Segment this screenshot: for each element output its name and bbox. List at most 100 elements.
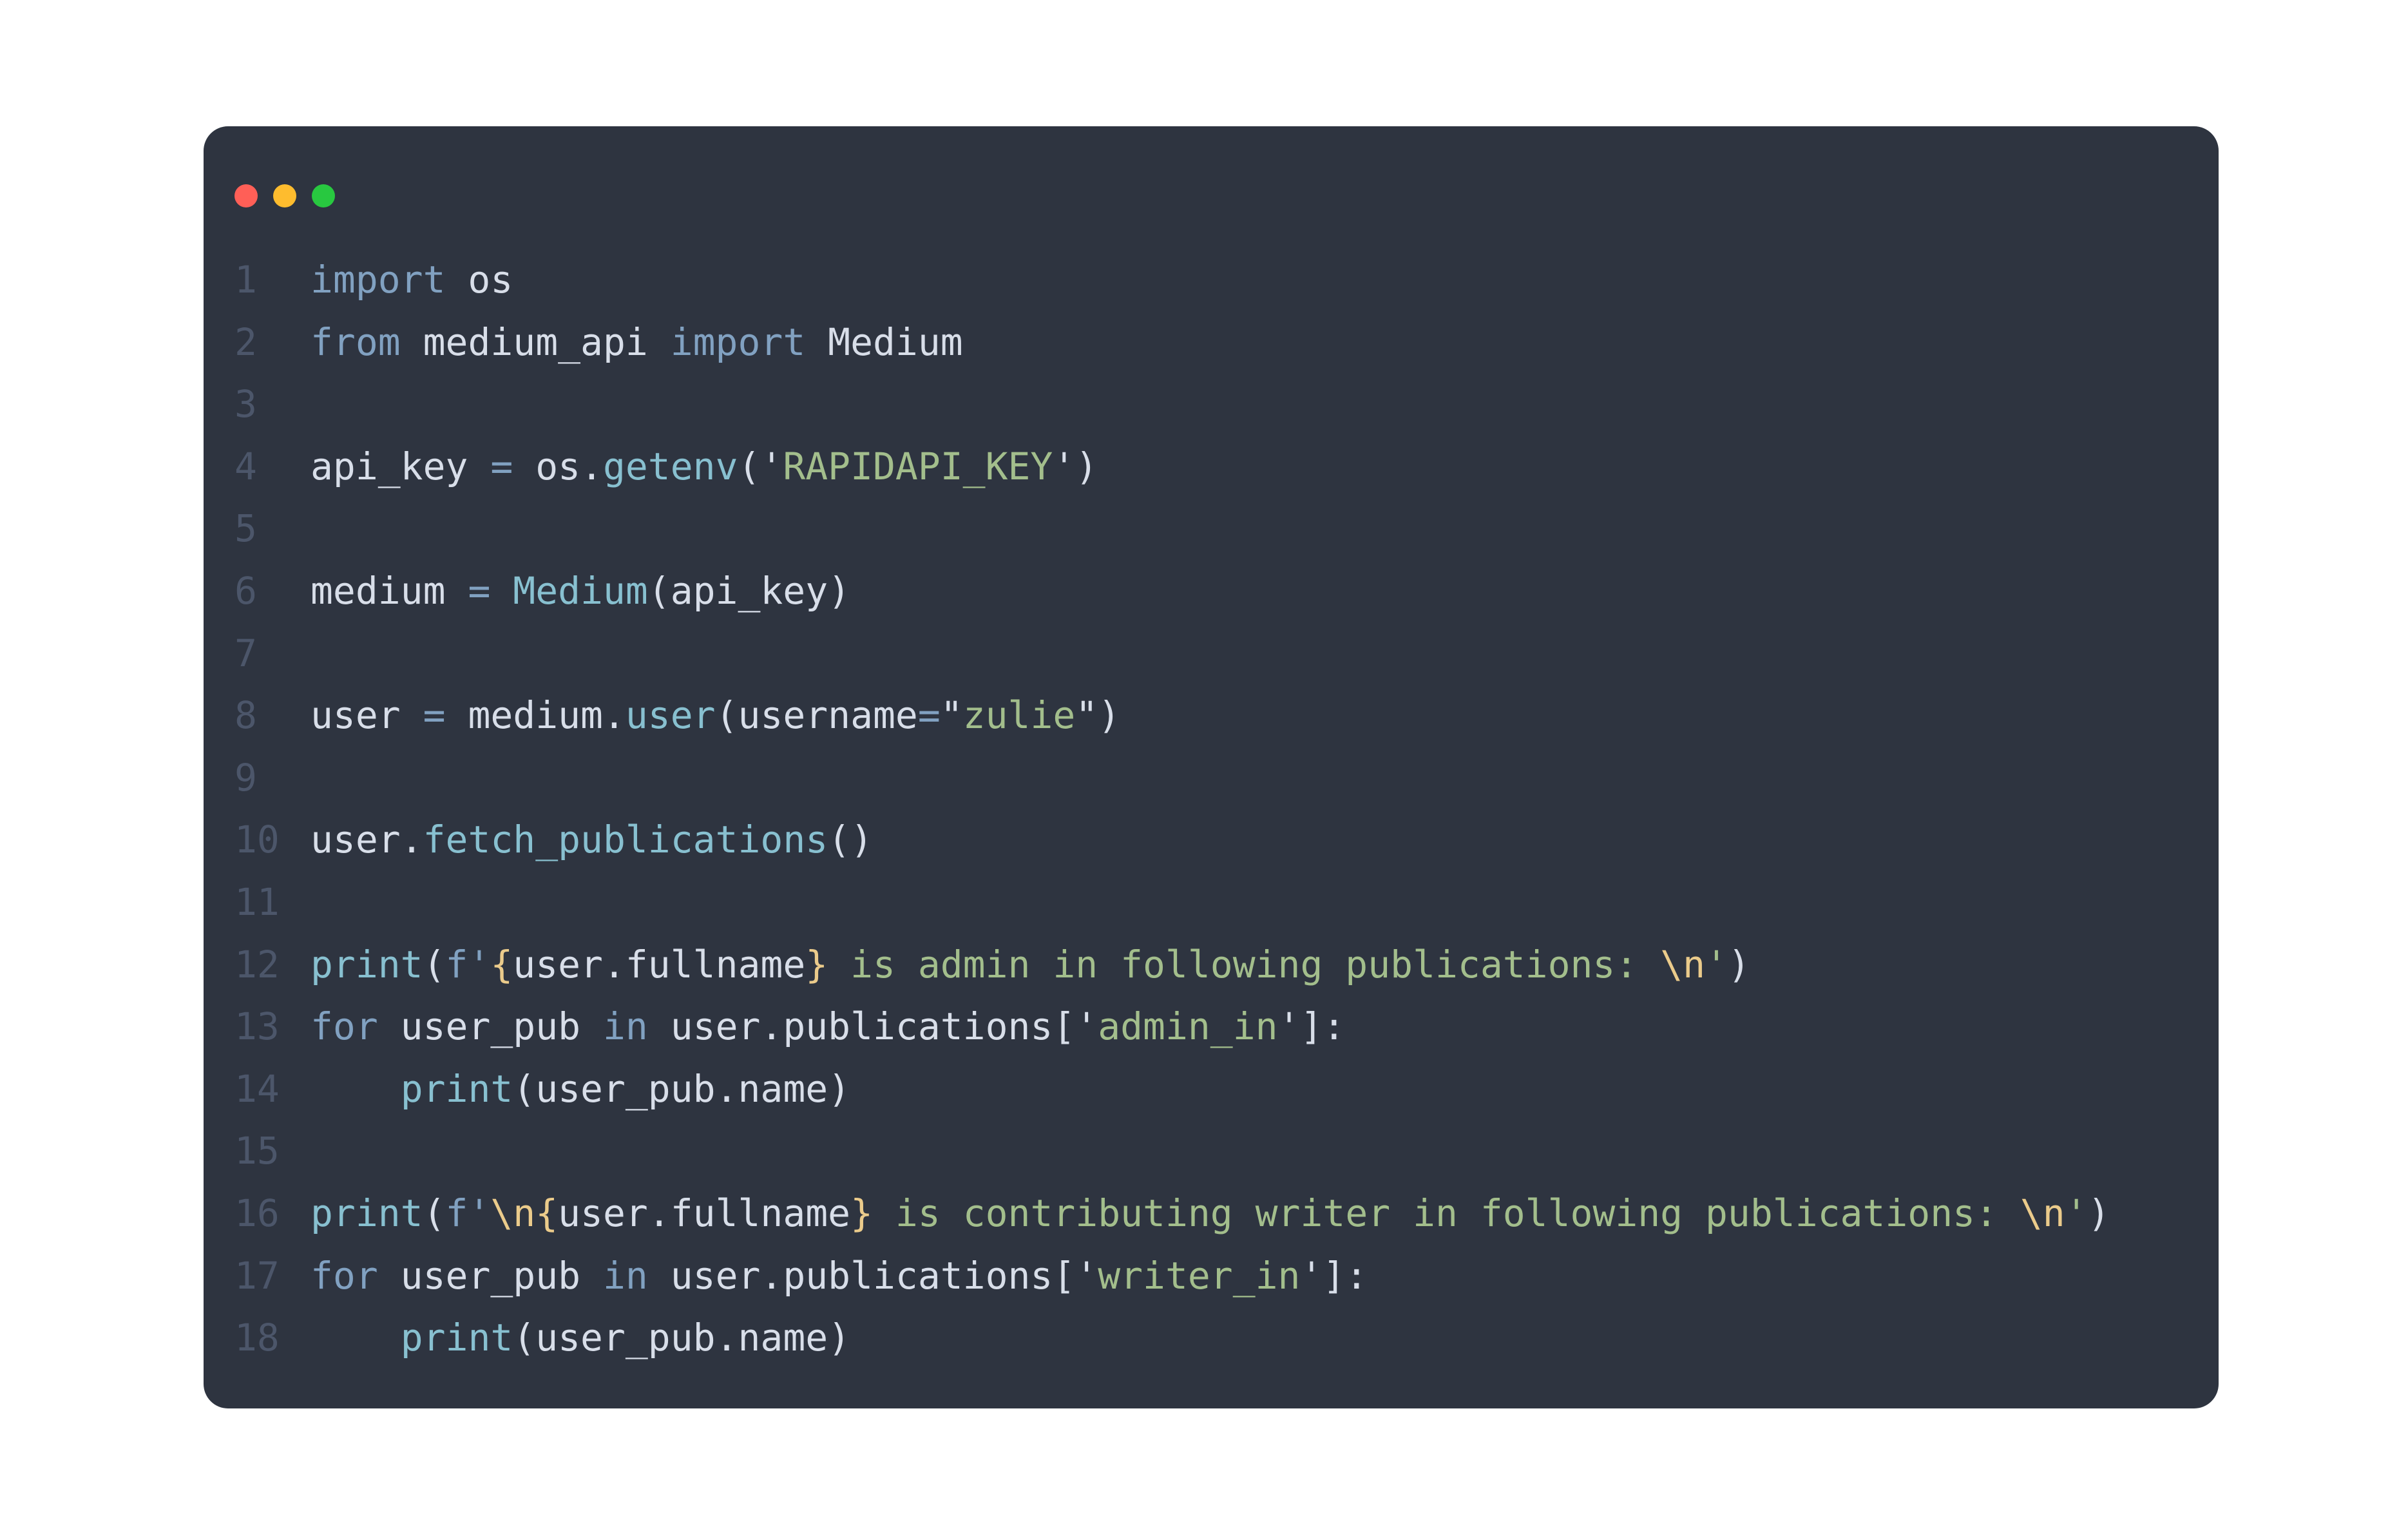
line-number: 5 [234, 506, 257, 551]
code-line: 14 print(user_pub.name) [204, 1058, 2219, 1120]
code-token: = [917, 693, 941, 738]
code-token: { [490, 942, 513, 986]
maximize-dot-icon[interactable] [312, 184, 335, 207]
window-controls [234, 184, 335, 207]
code-token: = [423, 693, 446, 738]
line-number: 17 [234, 1253, 280, 1298]
code-line: 2 from medium_api import Medium [204, 311, 2219, 374]
code-token: user_pub [377, 1004, 603, 1049]
code-line: 7 [204, 622, 2219, 685]
code-token: print [311, 942, 423, 986]
code-token: ( [423, 942, 446, 986]
code-line-content: print(user_pub.name) [311, 1307, 2219, 1369]
code-line-content: for user_pub in user.publications['admin… [311, 995, 2219, 1058]
code-token: (api_key) [647, 568, 851, 613]
line-number: 14 [234, 1066, 280, 1111]
code-line-content: for user_pub in user.publications['write… [311, 1245, 2219, 1307]
code-line: 9 [204, 747, 2219, 809]
code-token: medium. [445, 693, 626, 738]
line-number: 2 [234, 320, 257, 364]
code-token: ") [1075, 693, 1121, 738]
line-number: 10 [234, 818, 280, 862]
line-number: 12 [234, 942, 280, 986]
line-number: 18 [234, 1316, 280, 1360]
line-number: 3 [234, 382, 257, 427]
code-token: \n [2020, 1191, 2065, 1235]
code-window: 1 import os 2 from medium_api import Medium… [204, 126, 2219, 1408]
code-line: 4 api_key = os.getenv('RAPIDAPI_KEY') [204, 436, 2219, 498]
code-token: ' [1705, 942, 1728, 986]
code-token: ']: [1277, 1004, 1346, 1049]
code-line: 12 print(f'{user.fullname} is admin in fo… [204, 934, 2219, 996]
line-number: 4 [234, 444, 257, 488]
code-token: import [670, 320, 806, 364]
code-token: api_key [311, 444, 491, 488]
code-token: print [400, 1316, 513, 1360]
code-token: { [535, 1191, 559, 1235]
code-line-content: import os [311, 249, 2219, 311]
code-token: writer_in [1098, 1253, 1301, 1298]
minimize-dot-icon[interactable] [273, 184, 296, 207]
code-token: \n [1660, 942, 1706, 986]
code-line: 8 user = medium.user(username="zulie") [204, 684, 2219, 747]
code-token: print [400, 1066, 513, 1111]
code-line: 16 print(f'\n{user.fullname} is contribut… [204, 1182, 2219, 1245]
code-token: (user_pub.name) [513, 1316, 851, 1360]
line-number: 9 [234, 755, 257, 800]
code-token: ) [2087, 1191, 2110, 1235]
code-token: is contributing writer in following publ… [873, 1191, 2020, 1235]
code-token: os [445, 258, 513, 302]
line-number: 6 [234, 568, 257, 613]
code-line-content: user = medium.user(username="zulie") [311, 684, 2219, 747]
code-line: 13 for user_pub in user.publications['adm… [204, 995, 2219, 1058]
code-block: 1 import os 2 from medium_api import Medium… [204, 249, 2219, 1369]
code-line: 1 import os [204, 249, 2219, 311]
code-line: 18 print(user_pub.name) [204, 1307, 2219, 1369]
code-token: is admin in following publications: [828, 942, 1661, 986]
code-line-content: api_key = os.getenv('RAPIDAPI_KEY') [311, 436, 2219, 498]
code-token: RAPIDAPI_KEY [783, 444, 1053, 488]
code-token: ' [2065, 1191, 2088, 1235]
code-token: (' [738, 444, 783, 488]
close-dot-icon[interactable] [234, 184, 258, 207]
code-line-content: user.fetch_publications() [311, 809, 2219, 871]
code-token: admin_in [1098, 1004, 1278, 1049]
code-token: os. [513, 444, 603, 488]
code-line-content: medium = Medium(api_key) [311, 560, 2219, 622]
line-number: 11 [234, 879, 280, 924]
code-token: \n [490, 1191, 536, 1235]
code-line-content: print(f'\n{user.fullname} is contributin… [311, 1182, 2219, 1245]
code-line: 17 for user_pub in user.publications['wri… [204, 1245, 2219, 1307]
code-token: user.publications[' [647, 1004, 1098, 1049]
code-token: medium_api [400, 320, 671, 364]
code-token: f' [445, 942, 491, 986]
code-line-content: from medium_api import Medium [311, 311, 2219, 374]
code-line: 6 medium = Medium(api_key) [204, 560, 2219, 622]
code-line-content: print(f'{user.fullname} is admin in foll… [311, 934, 2219, 996]
code-token: from [311, 320, 401, 364]
code-token: medium [311, 568, 468, 613]
code-token: user.fullname [558, 1191, 851, 1235]
code-token: user.publications[' [647, 1253, 1098, 1298]
code-token: fetch_publications [423, 818, 828, 862]
code-token: (user_pub.name) [513, 1066, 851, 1111]
code-token: = [490, 444, 513, 488]
code-token: in [602, 1253, 648, 1298]
code-token: user [311, 693, 423, 738]
line-number: 15 [234, 1129, 280, 1173]
code-token: () [828, 818, 873, 862]
code-token: import [311, 258, 446, 302]
code-token: } [805, 942, 828, 986]
line-number: 8 [234, 693, 257, 738]
code-token: user.fullname [513, 942, 806, 986]
code-token: ') [1053, 444, 1098, 488]
code-token: user [625, 693, 716, 738]
code-token: } [850, 1191, 874, 1235]
code-line: 11 [204, 871, 2219, 934]
code-token: Medium [805, 320, 963, 364]
line-number: 16 [234, 1191, 280, 1235]
code-token: f' [445, 1191, 491, 1235]
code-token: Medium [513, 568, 648, 613]
